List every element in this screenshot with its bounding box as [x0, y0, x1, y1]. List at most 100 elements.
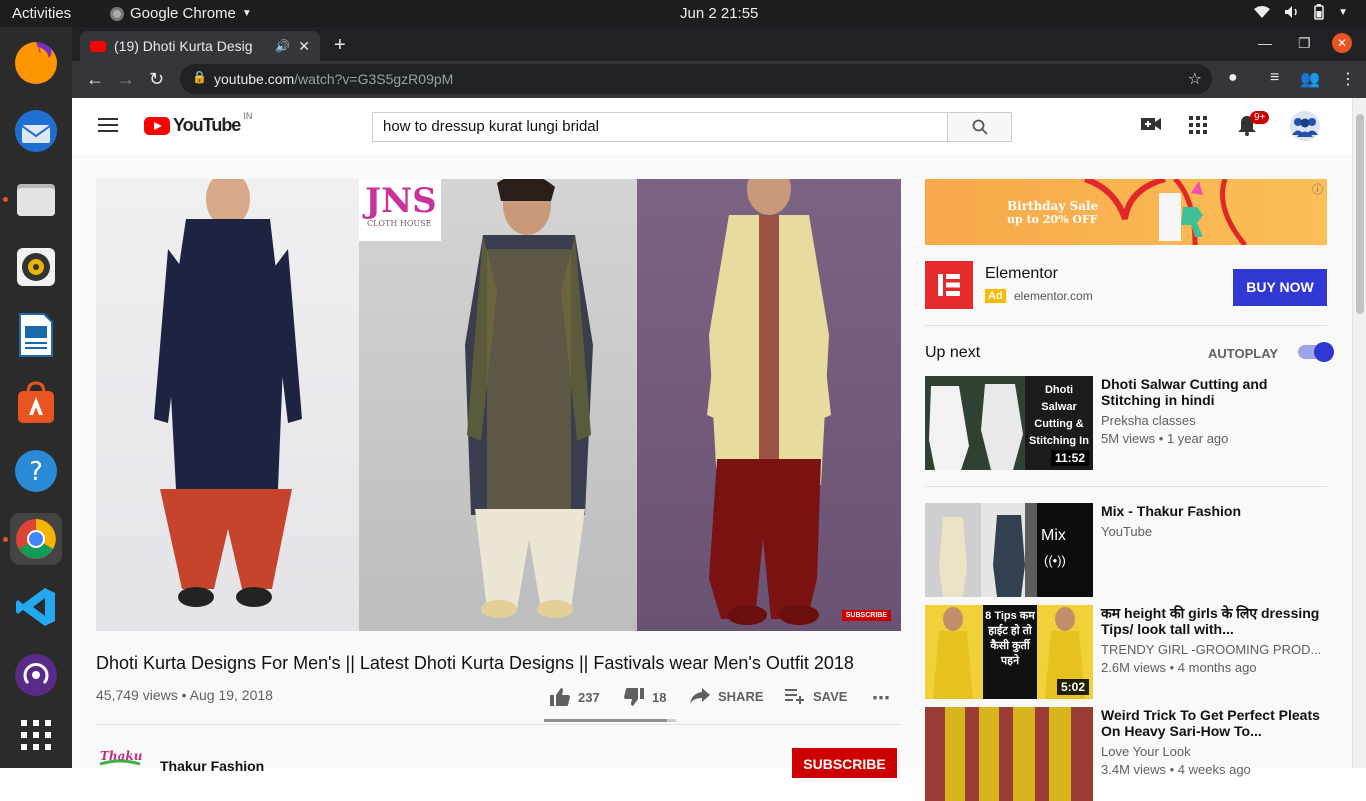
ad-info-icon[interactable]: ⓘ: [1312, 181, 1323, 197]
dock-vscode[interactable]: [10, 581, 62, 633]
recommendation-title[interactable]: Weird Trick To Get Perfect Pleats On Hea…: [1101, 707, 1327, 739]
tab-title: (19) Dhoti Kurta Desig: [114, 38, 253, 54]
chevron-down-icon: ▼: [241, 8, 252, 19]
dock-writer[interactable]: [10, 309, 62, 361]
recommendation-title[interactable]: Dhoti Salwar Cutting and Stitching in hi…: [1101, 376, 1327, 408]
more-actions-button[interactable]: ⋯: [872, 688, 890, 709]
speaker-icon[interactable]: 🔊: [275, 39, 290, 53]
svg-text:?: ?: [29, 457, 43, 487]
list-item[interactable]: Weird Trick To Get Perfect Pleats On Hea…: [925, 707, 1327, 801]
chrome-tab-strip: (19) Dhoti Kurta Desig 🔊 ✕ + — ❐ ✕: [72, 27, 1366, 61]
thumbs-up-icon: [550, 688, 570, 706]
reload-button[interactable]: ↻: [149, 69, 164, 90]
list-item[interactable]: Dhoti Salwar Cutting & Stitching In 11:5…: [925, 376, 1327, 470]
bookmark-star-icon[interactable]: ☆: [1188, 69, 1202, 89]
dock-firefox[interactable]: [10, 37, 62, 89]
buy-now-button[interactable]: BUY NOW: [1233, 269, 1327, 306]
files-icon: [17, 184, 55, 216]
search-input[interactable]: how to dressup kurat lungi bridal: [372, 112, 948, 142]
video-duration: 11:52: [1050, 450, 1089, 466]
minimize-button[interactable]: —: [1258, 35, 1272, 51]
video-thumbnail[interactable]: 8 Tips कम हाईट हो तो कैसी कुर्ती पहने 5:…: [925, 605, 1093, 699]
ad-domain: elementor.com: [1014, 289, 1093, 303]
dislike-button[interactable]: 18: [624, 688, 666, 706]
browser-tab[interactable]: (19) Dhoti Kurta Desig 🔊 ✕: [80, 31, 320, 61]
lock-icon[interactable]: 🔒: [192, 70, 207, 84]
dock-software[interactable]: [10, 377, 62, 429]
page-scrollbar[interactable]: [1352, 98, 1366, 768]
list-item[interactable]: 8 Tips कम हाईट हो तो कैसी कुर्ती पहने 5:…: [925, 605, 1327, 699]
apps-icon[interactable]: [1189, 116, 1207, 134]
video-views-date: 45,749 views • Aug 19, 2018: [96, 687, 273, 703]
channel-avatar[interactable]: Thakur: [98, 746, 150, 768]
dock-chrome[interactable]: [10, 513, 62, 565]
address-bar[interactable]: 🔒 youtube.com/watch?v=G3S5gzR09pM ☆: [180, 64, 1212, 94]
dock-help[interactable]: ?: [10, 445, 62, 497]
ad-banner[interactable]: Birthday Sale up to 20% OFF ⓘ: [925, 179, 1327, 245]
video-thumbnail[interactable]: Dhoti Salwar Cutting & Stitching In 11:5…: [925, 376, 1093, 470]
activities-button[interactable]: Activities: [12, 5, 71, 22]
dock-rhythmbox[interactable]: [10, 241, 62, 293]
avatar[interactable]: [1288, 111, 1322, 141]
system-tray[interactable]: ▼: [1254, 4, 1348, 20]
subscribe-watermark: SUBSCRIBE: [841, 610, 891, 621]
app-menu[interactable]: Google Chrome ▼: [110, 5, 252, 22]
dock-show-apps[interactable]: [10, 709, 62, 761]
rhythmbox-icon: [17, 248, 55, 286]
elementor-logo[interactable]: [925, 261, 973, 309]
url-path: /watch?v=G3S5gzR09pM: [294, 71, 454, 87]
video-player[interactable]: JNS CLOTH HOUSE SUBSCRIBE: [96, 179, 901, 631]
search-button[interactable]: [948, 112, 1012, 142]
recommendation-channel[interactable]: Preksha classes: [1101, 413, 1327, 428]
thumbnail-text: 8 Tips कम हाईट हो तो कैसी कुर्ती पहने: [985, 610, 1035, 667]
watermark-logo: JNS: [365, 181, 437, 221]
profile-icon[interactable]: 👥: [1300, 69, 1320, 89]
youtube-logo[interactable]: YouTube IN: [144, 111, 252, 136]
recommendation-channel[interactable]: Love Your Look: [1101, 744, 1327, 759]
maximize-button[interactable]: ❐: [1298, 35, 1311, 52]
scrollbar-thumb[interactable]: [1356, 114, 1364, 314]
dock-files[interactable]: [10, 173, 62, 225]
channel-name[interactable]: Thakur Fashion: [160, 758, 264, 774]
autoplay-label: AUTOPLAY: [1208, 346, 1279, 361]
chrome-icon: [16, 519, 56, 559]
forward-button[interactable]: →: [117, 69, 135, 90]
recommendation-title[interactable]: कम height की girls के लिए dressing Tips/…: [1101, 605, 1327, 637]
recommendation-channel[interactable]: YouTube: [1101, 524, 1327, 539]
thumbnail-art: [925, 707, 1093, 801]
dock-podcasts[interactable]: [10, 649, 62, 701]
dock-thunderbird[interactable]: [10, 105, 62, 157]
create-video-icon[interactable]: [1141, 116, 1161, 132]
youtube-header: YouTube IN how to dressup kurat lungi br…: [72, 98, 1352, 154]
media-control-icon[interactable]: ≡: [1270, 69, 1279, 87]
save-button[interactable]: SAVE: [785, 688, 847, 704]
list-item[interactable]: Mix ((•)) Mix - Thakur Fashion YouTube: [925, 503, 1327, 597]
close-tab-icon[interactable]: ✕: [298, 38, 310, 55]
app-menu-label: Google Chrome: [130, 5, 236, 22]
dock: ?: [0, 27, 72, 768]
share-button[interactable]: SHARE: [690, 688, 764, 704]
video-thumbnail[interactable]: Mix ((•)): [925, 503, 1093, 597]
thumbnail-text: Dhoti Salwar Cutting & Stitching In: [1029, 384, 1089, 447]
extension-icon[interactable]: ●: [1228, 69, 1238, 87]
like-button[interactable]: 237: [550, 688, 600, 706]
close-window-button[interactable]: ✕: [1332, 33, 1352, 53]
back-button[interactable]: ←: [86, 69, 104, 90]
menu-icon[interactable]: [98, 118, 118, 136]
recommendation-meta: 3.4M views • 4 weeks ago: [1101, 762, 1251, 777]
wifi-icon: [1254, 6, 1271, 18]
ad-advertiser-name[interactable]: Elementor: [985, 265, 1058, 283]
video-thumbnail[interactable]: [925, 707, 1093, 801]
recommendation-title[interactable]: Mix - Thakur Fashion: [1101, 503, 1327, 519]
clock[interactable]: Jun 2 21:55: [680, 5, 758, 22]
video-frame-middle: JNS CLOTH HOUSE: [359, 179, 637, 631]
subscribe-button[interactable]: SUBSCRIBE: [792, 748, 897, 778]
writer-icon: [19, 313, 53, 357]
new-tab-button[interactable]: +: [334, 34, 346, 57]
autoplay-toggle[interactable]: [1298, 342, 1334, 362]
battery-icon: [1314, 4, 1324, 20]
youtube-page: YouTube IN how to dressup kurat lungi br…: [72, 98, 1352, 801]
chrome-menu-icon[interactable]: ⋮: [1340, 69, 1356, 89]
recommendation-channel[interactable]: TRENDY GIRL -GROOMING PROD...: [1101, 642, 1327, 657]
mix-overlay: [1025, 503, 1093, 597]
